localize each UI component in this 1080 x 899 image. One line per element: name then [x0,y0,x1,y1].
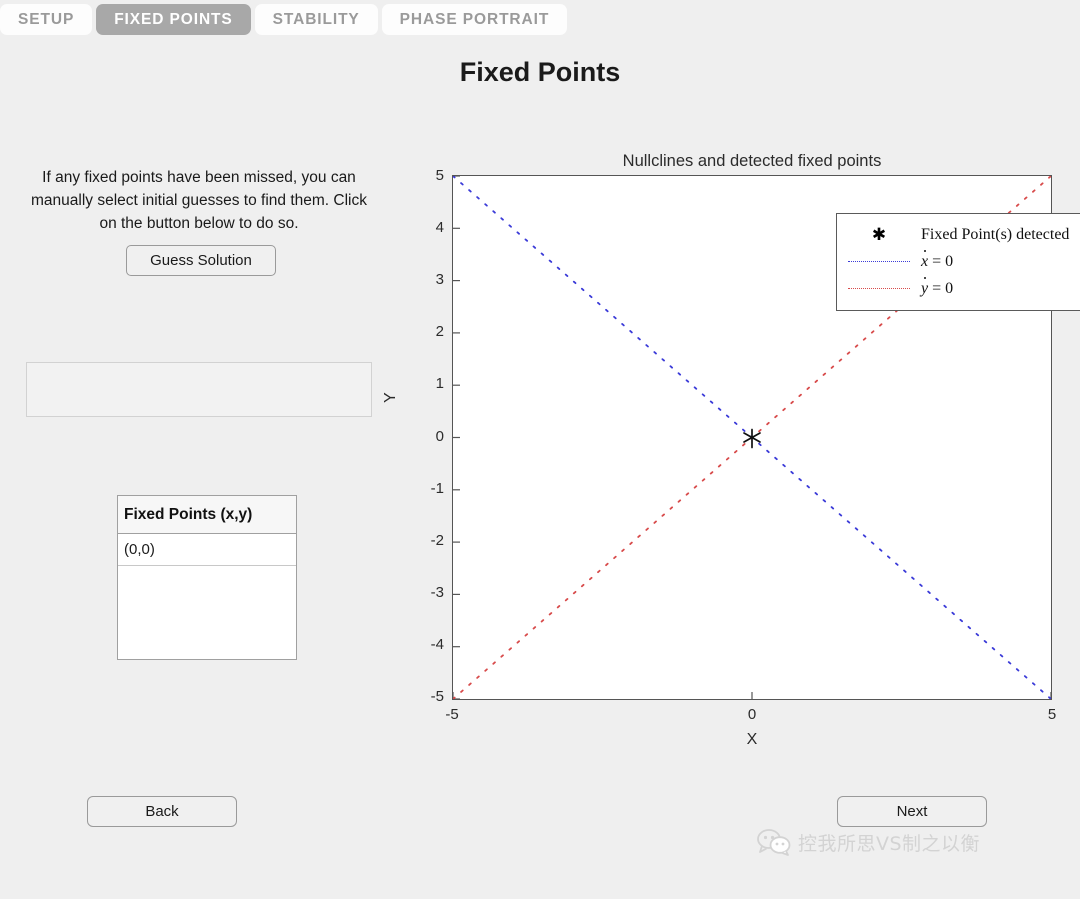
wechat-watermark: 控我所思VS制之以衡 [757,828,980,856]
fixed-points-table: Fixed Points (x,y) (0,0) [117,495,297,660]
y-tick-0: 0 [406,428,444,445]
page-title: Fixed Points [0,57,1080,88]
tab-setup[interactable]: SETUP [0,4,92,35]
chart-plot-area: ✱ Fixed Point(s) detected x = 0 y = 0 [452,175,1052,700]
guess-solution-button[interactable]: Guess Solution [126,245,276,276]
y-tick-neg-2: -2 [406,532,444,549]
dotted-line-icon-red [837,288,921,289]
legend-label-xdot: x = 0 [921,253,953,271]
instructions-text: If any fixed points have been missed, yo… [26,166,372,235]
x-tick-marks [453,692,1051,699]
y-tick-1: 1 [406,375,444,392]
legend-entry-xdot: x = 0 [837,248,1080,275]
y-tick-marks [453,176,460,699]
table-row[interactable]: (0,0) [118,534,296,566]
message-panel [26,362,372,417]
x-tick-0: 0 [732,706,772,723]
legend-label-ydot: y = 0 [921,280,953,298]
y-tick-neg-1: -1 [406,480,444,497]
wechat-icon [757,828,791,856]
y-tick-4: 4 [406,219,444,236]
y-tick-2: 2 [406,323,444,340]
tab-stability[interactable]: STABILITY [255,4,378,35]
fixed-points-table-empty-area [118,566,296,659]
chart-legend: ✱ Fixed Point(s) detected x = 0 y = 0 [836,213,1080,311]
y-tick-3: 3 [406,271,444,288]
tab-fixed-points[interactable]: FIXED POINTS [96,4,250,35]
back-button[interactable]: Back [87,796,237,827]
x-tick-neg-5: -5 [432,706,472,723]
chart-title: Nullclines and detected fixed points [452,152,1052,171]
tab-phase-portrait[interactable]: PHASE PORTRAIT [382,4,568,35]
dotted-line-icon-blue [837,261,921,262]
tab-bar: SETUP FIXED POINTS STABILITY PHASE PORTR… [0,0,1080,38]
fixed-points-table-header: Fixed Points (x,y) [118,496,296,534]
chart-y-axis-label: Y [382,392,400,403]
y-tick-neg-3: -3 [406,584,444,601]
legend-entry-ydot: y = 0 [837,275,1080,302]
legend-entry-fixed-point: ✱ Fixed Point(s) detected [837,221,1080,248]
legend-label-fixed-point: Fixed Point(s) detected [921,226,1069,244]
x-tick-5: 5 [1032,706,1072,723]
nullcline-plot: Nullclines and detected fixed points Y 5… [406,148,1066,758]
y-tick-neg-5: -5 [406,688,444,705]
fixed-point-marker [744,430,760,448]
watermark-text: 控我所思VS制之以衡 [798,829,980,856]
y-tick-neg-4: -4 [406,636,444,653]
chart-x-axis-label: X [452,731,1052,749]
next-button[interactable]: Next [837,796,987,827]
y-tick-5: 5 [406,167,444,184]
asterisk-icon: ✱ [837,226,921,243]
